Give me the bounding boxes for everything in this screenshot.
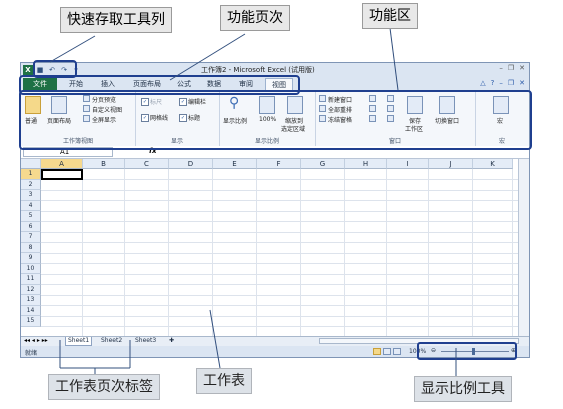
row-header[interactable]: 1 [21,169,41,180]
row-header[interactable]: 5 [21,211,41,222]
callout-tab-pages: 功能页次 [220,5,290,31]
row-header[interactable]: 15 [21,316,41,327]
select-all-corner[interactable] [21,159,41,169]
callout-qat: 快速存取工具列 [60,7,172,33]
help-icon[interactable]: ? [491,79,495,87]
gridline [41,189,519,191]
gridline [41,315,519,317]
page-layout-status-icon[interactable] [383,348,391,355]
row-header[interactable]: 2 [21,179,41,190]
row-header[interactable]: 12 [21,284,41,295]
gridline [41,273,519,275]
callout-zoom-tool: 显示比例工具 [414,376,512,402]
normal-view-status-icon[interactable] [373,348,381,355]
worksheet-grid[interactable]: A B C D E F G H I J K 1 2 3 4 5 6 7 8 9 10 11 12 13 14 15 [21,159,519,337]
gridline [41,263,519,264]
minimize-icon[interactable]: – [499,79,503,87]
row-header[interactable]: 4 [21,200,41,211]
sheet-tab-3[interactable]: Sheet3 [133,337,158,345]
column-header[interactable]: G [301,159,345,169]
row-header[interactable]: 3 [21,190,41,201]
row-header[interactable]: 14 [21,305,41,316]
minimize-icon[interactable]: – [499,64,503,72]
column-header[interactable]: A [41,159,83,169]
gridline [41,252,519,254]
gridline [41,221,519,222]
ribbon-highlight [19,90,532,150]
collapse-ribbon-icon[interactable]: △ [480,79,485,87]
gridline [41,305,519,306]
restore-icon[interactable]: ❐ [508,79,514,87]
status-ready: 就绪 [25,350,38,357]
column-header[interactable]: D [169,159,213,169]
sheet-tab-2[interactable]: Sheet2 [99,337,124,345]
close-icon[interactable]: ✕ [519,64,525,72]
sheet-tab-1[interactable]: Sheet1 [65,337,93,346]
column-header[interactable]: J [429,159,473,169]
row-header[interactable]: 6 [21,221,41,232]
callout-worksheet: 工作表 [196,368,252,394]
active-cell[interactable] [41,169,83,180]
insert-sheet-icon[interactable]: ✚ [167,337,176,345]
page-break-status-icon[interactable] [393,348,401,355]
column-header[interactable]: C [125,159,169,169]
sheet-nav-icon[interactable]: ◂◂ ◂ ▸ ▸▸ [24,337,48,344]
gridline [41,200,519,201]
row-header[interactable]: 7 [21,232,41,243]
gridline [41,179,519,180]
column-header[interactable]: E [213,159,257,169]
excel-icon: X [23,65,33,75]
gridline [41,242,519,243]
restore-icon[interactable]: ❐ [508,64,514,72]
gridline [41,231,519,233]
row-header[interactable]: 8 [21,242,41,253]
gridline [41,326,519,327]
column-header[interactable]: H [345,159,387,169]
gridline [41,294,519,296]
window-title: 工作簿2 - Microsoft Excel (试用版) [201,66,315,74]
gridline [41,210,519,212]
callout-ribbon: 功能区 [362,3,418,29]
column-header[interactable]: I [387,159,429,169]
row-header[interactable]: 10 [21,263,41,274]
vertical-scrollbar[interactable] [518,159,529,337]
close-icon[interactable]: ✕ [519,79,525,87]
callout-sheet-tabs: 工作表页次标签 [48,374,160,400]
row-header[interactable]: 13 [21,295,41,306]
row-header[interactable]: 11 [21,274,41,285]
gridline [41,284,519,285]
zoom-tool-highlight [417,342,517,360]
column-header[interactable]: K [473,159,513,169]
column-header[interactable]: F [257,159,301,169]
column-header[interactable]: B [83,159,125,169]
row-header[interactable]: 9 [21,253,41,264]
